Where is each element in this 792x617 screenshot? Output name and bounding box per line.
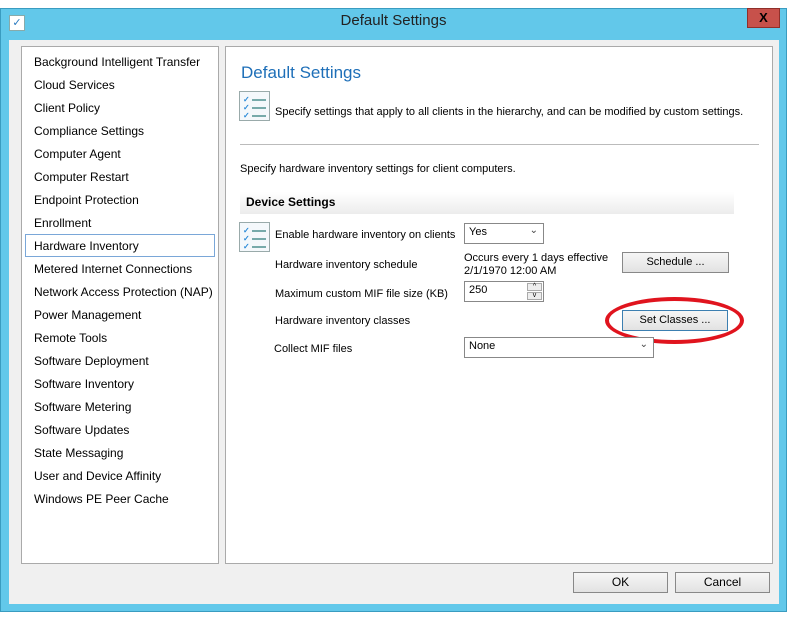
schedule-line2: 2/1/1970 12:00 AM (464, 265, 557, 277)
collect-mif-value: None (469, 340, 496, 352)
description: Specify settings that apply to all clien… (275, 106, 744, 118)
nav-item[interactable]: Computer Agent (25, 142, 215, 165)
schedule-line1: Occurs every 1 days effective (464, 252, 609, 264)
mif-size-label: Maximum custom MIF file size (KB) (275, 288, 448, 300)
checklist-icon: ✓ ✓ ✓ (239, 91, 270, 121)
section-header: Device Settings (240, 192, 734, 214)
collect-mif-label: Collect MIF files (274, 343, 353, 355)
divider (240, 144, 759, 145)
nav-item[interactable]: Endpoint Protection (25, 188, 215, 211)
spin-down-icon[interactable]: v (527, 292, 542, 300)
nav-item[interactable]: Power Management (25, 303, 215, 326)
settings-panel: Default Settings ✓ ✓ ✓ Specify settings th… (225, 46, 773, 564)
nav-item[interactable]: Software Deployment (25, 349, 215, 372)
settings-nav-list: Background Intelligent Transfer Cloud Ser… (21, 46, 219, 564)
enable-value: Yes (469, 226, 487, 238)
nav-item[interactable]: Hardware Inventory (25, 234, 215, 257)
nav-item[interactable]: Enrollment (25, 211, 215, 234)
classes-label: Hardware inventory classes (275, 315, 411, 327)
subtitle: Specify hardware inventory settings for … (240, 163, 516, 175)
nav-item[interactable]: Compliance Settings (25, 119, 215, 142)
nav-item[interactable]: Network Access Protection (NAP) (25, 280, 215, 303)
nav-item[interactable]: Software Inventory (25, 372, 215, 395)
nav-item[interactable]: Metered Internet Connections (25, 257, 215, 280)
nav-item[interactable]: Background Intelligent Transfer (25, 50, 215, 73)
window-title: Default Settings (340, 12, 447, 29)
nav-item[interactable]: Client Policy (25, 96, 215, 119)
title-bar[interactable]: ✓ Default Settings X (1, 8, 786, 40)
nav-item[interactable]: Cloud Services (25, 73, 215, 96)
page-title: Default Settings (241, 63, 362, 82)
schedule-label: Hardware inventory schedule (275, 259, 418, 271)
nav-item[interactable]: State Messaging (25, 441, 215, 464)
spin-up-icon[interactable]: ^ (527, 283, 542, 291)
dialog-body: Background Intelligent Transfer Cloud Ser… (9, 40, 779, 604)
chevron-down-icon: ⌄ (639, 339, 648, 350)
collect-mif-dropdown[interactable]: None ⌄ (464, 337, 654, 358)
nav-item[interactable]: Remote Tools (25, 326, 215, 349)
close-button[interactable]: X (747, 8, 780, 28)
nav-item[interactable]: User and Device Affinity (25, 464, 215, 487)
nav-item[interactable]: Windows PE Peer Cache (25, 487, 215, 510)
chevron-down-icon: ⌄ (529, 225, 538, 236)
enable-label: Enable hardware inventory on clients (275, 229, 456, 241)
enable-dropdown[interactable]: Yes ⌄ (464, 223, 544, 244)
ok-button[interactable]: OK (573, 572, 668, 593)
nav-item[interactable]: Computer Restart (25, 165, 215, 188)
cancel-button[interactable]: Cancel (675, 572, 770, 593)
nav-item[interactable]: Software Metering (25, 395, 215, 418)
default-settings-dialog: ✓ Default Settings X Background Intellig… (0, 8, 787, 612)
nav-item[interactable]: Software Updates (25, 418, 215, 441)
schedule-button[interactable]: Schedule ... (622, 252, 729, 273)
checklist-icon: ✓ ✓ ✓ (239, 222, 270, 252)
mif-size-stepper[interactable]: 250 ^ v (464, 281, 544, 302)
mif-size-value: 250 (469, 284, 488, 296)
